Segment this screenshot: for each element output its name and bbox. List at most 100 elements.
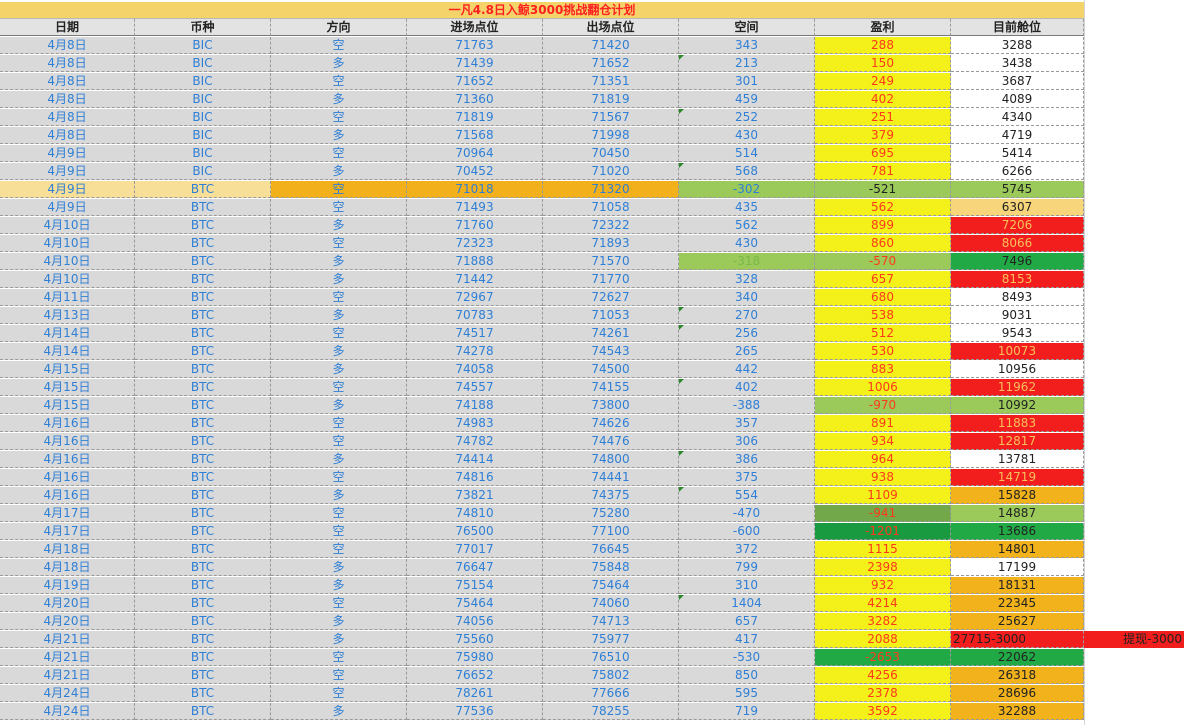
cell-date[interactable]: 4月10日 [0, 271, 135, 288]
cell-exit[interactable]: 71420 [543, 37, 679, 54]
cell-exit[interactable]: 73800 [543, 397, 679, 414]
cell-date[interactable]: 4月16日 [0, 487, 135, 504]
cell-entry[interactable]: 70783 [407, 307, 543, 324]
cell-exit[interactable]: 74543 [543, 343, 679, 360]
cell-space[interactable]: 554 [679, 487, 815, 504]
cell-position[interactable]: 4089 [951, 91, 1084, 108]
cell-profit[interactable]: -941 [815, 505, 951, 522]
cell-profit[interactable]: 538 [815, 307, 951, 324]
cell-position[interactable]: 3687 [951, 73, 1084, 90]
cell-space[interactable]: -600 [679, 523, 815, 540]
cell-coin[interactable]: BIC [135, 55, 271, 72]
cell-entry[interactable]: 74782 [407, 433, 543, 450]
cell-position[interactable]: 4719 [951, 127, 1084, 144]
cell-date[interactable]: 4月15日 [0, 397, 135, 414]
cell-position[interactable]: 13686 [951, 523, 1084, 540]
cell-direction[interactable]: 空 [271, 199, 407, 216]
cell-coin[interactable]: BTC [135, 667, 271, 684]
cell-exit[interactable]: 76510 [543, 649, 679, 666]
cell-direction[interactable]: 空 [271, 505, 407, 522]
cell-profit[interactable]: 964 [815, 451, 951, 468]
cell-entry[interactable]: 74414 [407, 451, 543, 468]
cell-position[interactable]: 15828 [951, 487, 1084, 504]
cell-position[interactable]: 8153 [951, 271, 1084, 288]
cell-position[interactable]: 10073 [951, 343, 1084, 360]
cell-profit[interactable]: 781 [815, 163, 951, 180]
cell-exit[interactable]: 71567 [543, 109, 679, 126]
cell-coin[interactable]: BTC [135, 415, 271, 432]
cell-profit[interactable]: 883 [815, 361, 951, 378]
cell-entry[interactable]: 75980 [407, 649, 543, 666]
header-direction[interactable]: 方向 [271, 19, 407, 36]
cell-entry[interactable]: 75464 [407, 595, 543, 612]
cell-date[interactable]: 4月21日 [0, 631, 135, 648]
cell-date[interactable]: 4月8日 [0, 37, 135, 54]
cell-position[interactable]: 9543 [951, 325, 1084, 342]
cell-exit[interactable]: 77100 [543, 523, 679, 540]
cell-date[interactable]: 4月10日 [0, 217, 135, 234]
cell-direction[interactable]: 多 [271, 271, 407, 288]
cell-profit[interactable]: 249 [815, 73, 951, 90]
cell-direction[interactable]: 空 [271, 379, 407, 396]
cell-date[interactable]: 4月8日 [0, 127, 135, 144]
cell-coin[interactable]: BTC [135, 289, 271, 306]
cell-position[interactable]: 28696 [951, 685, 1084, 702]
cell-coin[interactable]: BTC [135, 253, 271, 270]
header-position[interactable]: 目前舱位 [951, 19, 1084, 36]
cell-entry[interactable]: 74557 [407, 379, 543, 396]
cell-position[interactable]: 12817 [951, 433, 1084, 450]
cell-date[interactable]: 4月24日 [0, 685, 135, 702]
cell-entry[interactable]: 75560 [407, 631, 543, 648]
cell-space[interactable]: -470 [679, 505, 815, 522]
cell-profit[interactable]: 3592 [815, 703, 951, 720]
cell-space[interactable]: 328 [679, 271, 815, 288]
cell-date[interactable]: 4月21日 [0, 667, 135, 684]
cell-exit[interactable]: 72627 [543, 289, 679, 306]
cell-coin[interactable]: BIC [135, 127, 271, 144]
cell-coin[interactable]: BTC [135, 631, 271, 648]
cell-entry[interactable]: 71819 [407, 109, 543, 126]
cell-direction[interactable]: 多 [271, 91, 407, 108]
cell-entry[interactable]: 75154 [407, 577, 543, 594]
cell-entry[interactable]: 74188 [407, 397, 543, 414]
cell-date[interactable]: 4月9日 [0, 199, 135, 216]
cell-position[interactable]: 32288 [951, 703, 1084, 720]
header-date[interactable]: 日期 [0, 19, 135, 36]
cell-position[interactable]: 8066 [951, 235, 1084, 252]
cell-coin[interactable]: BTC [135, 523, 271, 540]
cell-date[interactable]: 4月9日 [0, 145, 135, 162]
cell-coin[interactable]: BTC [135, 325, 271, 342]
cell-coin[interactable]: BTC [135, 469, 271, 486]
cell-profit[interactable]: 4214 [815, 595, 951, 612]
cell-entry[interactable]: 70452 [407, 163, 543, 180]
cell-direction[interactable]: 多 [271, 397, 407, 414]
cell-profit[interactable]: 680 [815, 289, 951, 306]
cell-date[interactable]: 4月15日 [0, 379, 135, 396]
cell-profit[interactable]: 379 [815, 127, 951, 144]
cell-exit[interactable]: 74441 [543, 469, 679, 486]
cell-direction[interactable]: 空 [271, 433, 407, 450]
cell-position[interactable]: 14887 [951, 505, 1084, 522]
cell-space[interactable]: 850 [679, 667, 815, 684]
cell-space[interactable]: 1404 [679, 595, 815, 612]
cell-date[interactable]: 4月18日 [0, 541, 135, 558]
cell-exit[interactable]: 75977 [543, 631, 679, 648]
cell-profit[interactable]: 695 [815, 145, 951, 162]
cell-profit[interactable]: 512 [815, 325, 951, 342]
cell-space[interactable]: 340 [679, 289, 815, 306]
cell-direction[interactable]: 多 [271, 55, 407, 72]
cell-entry[interactable]: 76647 [407, 559, 543, 576]
cell-entry[interactable]: 71442 [407, 271, 543, 288]
cell-date[interactable]: 4月14日 [0, 343, 135, 360]
cell-coin[interactable]: BTC [135, 595, 271, 612]
cell-profit[interactable]: 1115 [815, 541, 951, 558]
cell-profit[interactable]: 891 [815, 415, 951, 432]
cell-entry[interactable]: 74816 [407, 469, 543, 486]
cell-date[interactable]: 4月16日 [0, 469, 135, 486]
cell-space[interactable]: 442 [679, 361, 815, 378]
cell-exit[interactable]: 74713 [543, 613, 679, 630]
cell-direction[interactable]: 多 [271, 703, 407, 720]
cell-direction[interactable]: 多 [271, 253, 407, 270]
cell-entry[interactable]: 74056 [407, 613, 543, 630]
cell-profit[interactable]: 150 [815, 55, 951, 72]
